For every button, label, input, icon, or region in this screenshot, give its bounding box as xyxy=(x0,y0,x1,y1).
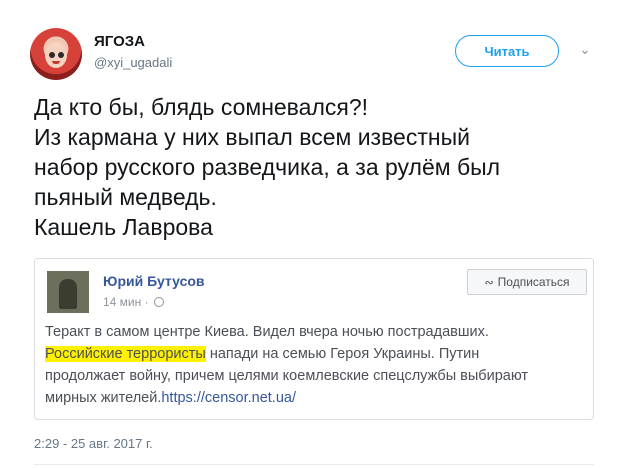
divider xyxy=(34,464,594,465)
author-avatar[interactable] xyxy=(30,28,82,80)
subscribe-label: Подписаться xyxy=(497,275,570,289)
embed-line-rest: напади на семью Героя Украины. Путин xyxy=(205,346,480,362)
embed-post-text: Теракт в самом центре Киева. Видел вчера… xyxy=(45,321,585,409)
tweet-timestamp[interactable]: 2:29 - 25 авг. 2017 г. xyxy=(34,436,153,451)
embed-line: мирных жителей.https://censor.net.ua/ xyxy=(45,387,585,409)
avatar-eye-left xyxy=(49,52,55,58)
highlighted-text: Российские террористы xyxy=(45,346,206,362)
tweet-line: Да кто бы, блядь сомневался?! xyxy=(34,94,368,120)
embed-link[interactable]: https://censor.net.ua/ xyxy=(161,390,296,406)
embed-line-text: мирных жителей. xyxy=(45,390,162,406)
subscribe-button[interactable]: ∾ Подписаться xyxy=(467,269,587,295)
tweet-line: пьяный медведь. xyxy=(34,184,217,210)
rss-icon: ∾ xyxy=(484,276,494,289)
chevron-down-icon[interactable]: ⌄ xyxy=(576,40,594,58)
avatar-eye-right xyxy=(58,52,64,58)
follow-button[interactable]: Читать xyxy=(455,35,559,67)
avatar-silhouette xyxy=(59,279,77,309)
embed-line: продолжает войну, причем целями коемлевс… xyxy=(45,368,529,384)
tweet-line: Кашель Лаврова xyxy=(34,214,213,240)
embed-line: Российские террористы напади на семью Ге… xyxy=(45,343,585,365)
embed-time-text: 14 мин · xyxy=(103,295,149,309)
author-handle[interactable]: @xyi_ugadali xyxy=(94,55,172,70)
embed-timestamp: 14 мин · xyxy=(103,295,164,309)
tweet-line: набор русского разведчика, а за рулём бы… xyxy=(34,154,501,180)
author-name[interactable]: ЯГОЗА xyxy=(94,33,145,50)
embed-author-name[interactable]: Юрий Бутусов xyxy=(103,273,205,289)
tweet-text: Да кто бы, блядь сомневался?! Из кармана… xyxy=(34,92,604,242)
globe-icon xyxy=(153,297,164,307)
embed-line: Теракт в самом центре Киева. Видел вчера… xyxy=(45,324,489,340)
embed-author-avatar[interactable] xyxy=(47,271,89,313)
tweet-line: Из кармана у них выпал всем известный xyxy=(34,124,470,150)
embedded-post[interactable]: Юрий Бутусов 14 мин · ∾ Подписаться Тера… xyxy=(34,258,594,420)
